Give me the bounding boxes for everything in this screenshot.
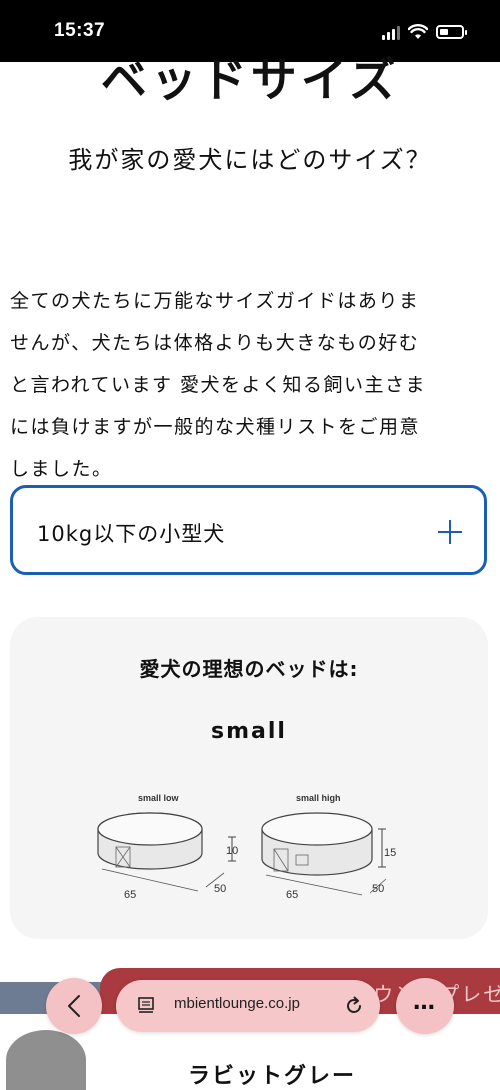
size-accordion-small-dogs[interactable]: 10kg以下の小型犬 bbox=[10, 485, 487, 575]
bed-small-low-height: 10 bbox=[226, 845, 239, 857]
bed-label-small-high: small high bbox=[296, 793, 341, 803]
chevron-left-icon bbox=[68, 995, 80, 1017]
page-title: ベッドサイズ bbox=[100, 53, 400, 107]
cellular-signal-icon bbox=[382, 24, 400, 40]
product-name[interactable]: ラビットグレー bbox=[188, 1058, 356, 1090]
more-options-button[interactable]: … bbox=[396, 978, 454, 1034]
accordion-label: 10kg以下の小型犬 bbox=[37, 522, 226, 546]
status-icons bbox=[382, 22, 467, 42]
recommendation-card: 愛犬の理想のベッドは: small small low 10 65 50 sma… bbox=[10, 617, 488, 939]
intro-line: せんが、犬たちは体格よりも大きなもの好む bbox=[10, 332, 420, 354]
page-subtitle: 我が家の愛犬にはどのサイズ？ bbox=[68, 146, 432, 174]
ellipsis-icon: … bbox=[413, 989, 437, 1015]
intro-line: しました。 bbox=[10, 458, 113, 480]
recommended-size: small bbox=[211, 719, 287, 744]
intro-paragraph: 全ての犬たちに万能なサイズガイドはありま せんが、犬たちは体格よりも大きなもの好… bbox=[10, 280, 490, 490]
bed-small-high-height: 15 bbox=[384, 847, 397, 859]
bed-small-low-width: 65 bbox=[124, 889, 137, 901]
intro-line: 全ての犬たちに万能なサイズガイドはありま bbox=[10, 290, 420, 312]
wifi-icon bbox=[408, 24, 428, 39]
page-menu-icon[interactable] bbox=[136, 996, 156, 1016]
intro-line: と言われています 愛犬をよく知る飼い主さま bbox=[10, 374, 427, 396]
recommendation-title: 愛犬の理想のベッドは: bbox=[139, 657, 359, 681]
bed-small-high-depth: 50 bbox=[372, 883, 385, 895]
address-bar[interactable]: mbientlounge.co.jp bbox=[116, 980, 380, 1032]
url-text: mbientlounge.co.jp bbox=[174, 995, 300, 1012]
battery-icon bbox=[436, 25, 467, 39]
back-button[interactable] bbox=[46, 978, 102, 1034]
bed-small-high-width: 65 bbox=[286, 889, 299, 901]
plus-icon[interactable] bbox=[436, 518, 464, 546]
bed-small-low-depth: 50 bbox=[214, 883, 227, 895]
bed-label-small-low: small low bbox=[138, 793, 179, 803]
reload-icon[interactable] bbox=[342, 994, 366, 1018]
status-time: 15:37 bbox=[54, 20, 106, 41]
intro-line: には負けますが一般的な犬種リストをご用意 bbox=[10, 416, 421, 438]
product-thumbnail[interactable] bbox=[6, 1030, 86, 1090]
